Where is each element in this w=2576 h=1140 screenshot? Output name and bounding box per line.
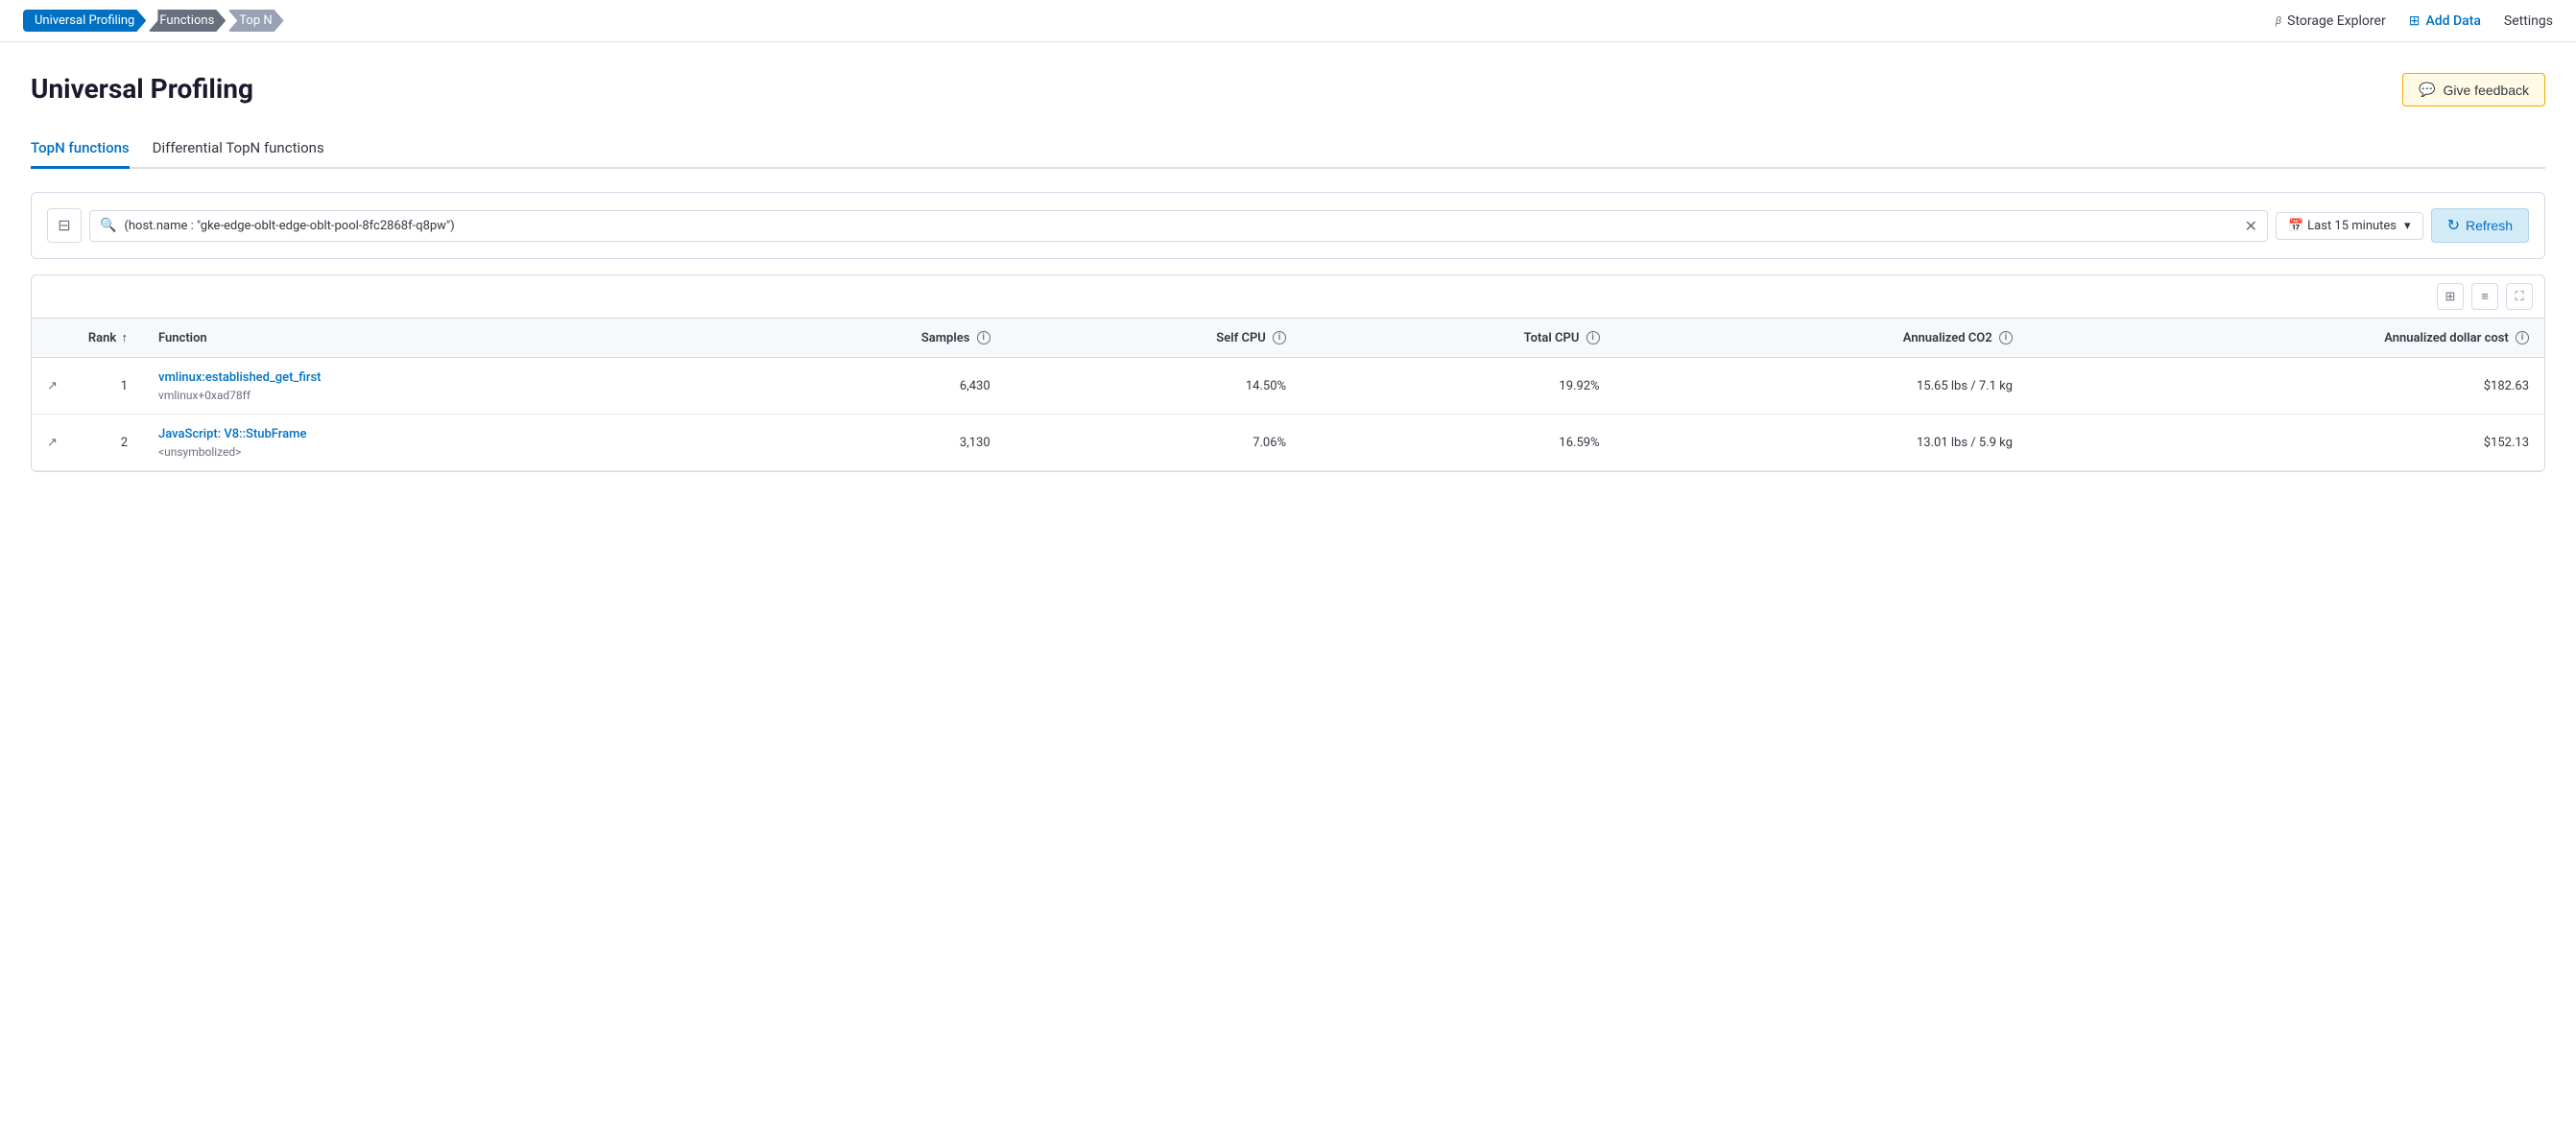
col-header-function: Function: [143, 319, 712, 358]
breadcrumb-top-n[interactable]: Top N: [227, 10, 283, 32]
row-1-rank: 1: [73, 358, 143, 415]
samples-info-icon[interactable]: i: [977, 331, 990, 344]
give-feedback-button[interactable]: 💬 Give feedback: [2402, 73, 2545, 107]
settings-link[interactable]: Settings: [2504, 13, 2553, 29]
row-2-function: JavaScript: V8::StubFrame <unsymbolized>: [143, 415, 712, 471]
col-header-expand: [32, 319, 73, 358]
co2-info-icon[interactable]: i: [1999, 331, 2013, 344]
fullscreen-button[interactable]: ⛶: [2506, 283, 2533, 310]
breadcrumb: Universal Profiling Functions Top N: [23, 10, 286, 32]
dollar-info-icon[interactable]: i: [2516, 331, 2529, 344]
storage-explorer-link[interactable]: β Storage Explorer: [2276, 13, 2386, 29]
row-1-function-name[interactable]: vmlinux:established_get_first: [158, 369, 697, 387]
chevron-down-icon: ▾: [2404, 219, 2411, 233]
refresh-button[interactable]: ↻ Refresh: [2431, 208, 2529, 243]
time-picker[interactable]: 📅 Last 15 minutes ▾: [2276, 212, 2423, 240]
row-1-self-cpu: 14.50%: [1006, 358, 1301, 415]
tab-differential-topn[interactable]: Differential TopN functions: [153, 130, 324, 169]
density-icon: ≡: [2481, 289, 2489, 304]
top-nav: Universal Profiling Functions Top N β St…: [0, 0, 2576, 42]
row-2-self-cpu: 7.06%: [1006, 415, 1301, 471]
data-table: Rank ↑ Function Samples i Self CPU i: [32, 319, 2544, 471]
row-2-rank: 2: [73, 415, 143, 471]
col-header-samples: Samples i: [712, 319, 1006, 358]
row-2-dollar: $152.13: [2028, 415, 2544, 471]
row-2-expand[interactable]: ↗: [32, 415, 73, 471]
table-header-row: Rank ↑ Function Samples i Self CPU i: [32, 319, 2544, 358]
table-row: ↗ 2 JavaScript: V8::StubFrame <unsymboli…: [32, 415, 2544, 471]
page-header: Universal Profiling 💬 Give feedback: [31, 73, 2545, 107]
table-toolbar: ⊞ ≡ ⛶: [32, 275, 2544, 319]
row-2-samples: 3,130: [712, 415, 1006, 471]
col-header-total-cpu: Total CPU i: [1301, 319, 1615, 358]
search-input-wrapper: 🔍 (host.name : "gke-edge-oblt-edge-oblt-…: [89, 210, 2268, 242]
table-section: ⊞ ≡ ⛶ Rank ↑ Function: [31, 274, 2545, 472]
density-button[interactable]: ≡: [2471, 283, 2498, 310]
search-clear-button[interactable]: ✕: [2245, 217, 2257, 235]
search-query: (host.name : "gke-edge-oblt-edge-oblt-po…: [124, 219, 2236, 233]
row-1-samples: 6,430: [712, 358, 1006, 415]
nav-right: β Storage Explorer ⊞ Add Data Settings: [2276, 13, 2553, 29]
row-1-expand[interactable]: ↗: [32, 358, 73, 415]
main-content: Universal Profiling 💬 Give feedback TopN…: [0, 42, 2576, 472]
calendar-icon: 📅: [2288, 219, 2303, 233]
filter-icon: ⊟: [58, 216, 70, 235]
page-title: Universal Profiling: [31, 73, 253, 105]
col-header-co2: Annualized CO2 i: [1615, 319, 2028, 358]
tabs: TopN functions Differential TopN functio…: [31, 130, 2545, 169]
search-section: ⊟ 🔍 (host.name : "gke-edge-oblt-edge-obl…: [31, 192, 2545, 259]
row-1-co2: 15.65 lbs / 7.1 kg: [1615, 358, 2028, 415]
search-bar: ⊟ 🔍 (host.name : "gke-edge-oblt-edge-obl…: [47, 208, 2529, 243]
col-header-dollar-cost: Annualized dollar cost i: [2028, 319, 2544, 358]
row-2-total-cpu: 16.59%: [1301, 415, 1615, 471]
col-header-self-cpu: Self CPU i: [1006, 319, 1301, 358]
add-data-link[interactable]: ⊞ Add Data: [2409, 13, 2481, 29]
columns-button[interactable]: ⊞: [2437, 283, 2464, 310]
breadcrumb-universal-profiling[interactable]: Universal Profiling: [23, 10, 146, 32]
columns-icon: ⊞: [2445, 290, 2456, 304]
total-cpu-info-icon[interactable]: i: [1586, 331, 1600, 344]
fullscreen-icon: ⛶: [2515, 290, 2523, 304]
row-2-function-name[interactable]: JavaScript: V8::StubFrame: [158, 426, 697, 443]
row-1-function: vmlinux:established_get_first vmlinux+0x…: [143, 358, 712, 415]
feedback-icon: 💬: [2419, 82, 2435, 98]
expand-icon: ↗: [47, 436, 58, 450]
table-row: ↗ 1 vmlinux:established_get_first vmlinu…: [32, 358, 2544, 415]
row-1-function-sub: vmlinux+0xad78ff: [158, 389, 697, 402]
sort-asc-icon: ↑: [122, 331, 129, 345]
expand-icon: ↗: [47, 379, 58, 393]
filter-button[interactable]: ⊟: [47, 208, 82, 243]
search-icon: 🔍: [100, 218, 116, 233]
tab-topn-functions[interactable]: TopN functions: [31, 130, 130, 169]
refresh-icon: ↻: [2447, 216, 2460, 235]
row-2-co2: 13.01 lbs / 5.9 kg: [1615, 415, 2028, 471]
col-header-rank[interactable]: Rank ↑: [73, 319, 143, 358]
breadcrumb-functions[interactable]: Functions: [148, 10, 226, 32]
row-1-dollar: $182.63: [2028, 358, 2544, 415]
row-1-total-cpu: 19.92%: [1301, 358, 1615, 415]
row-2-function-sub: <unsymbolized>: [158, 445, 697, 459]
self-cpu-info-icon[interactable]: i: [1273, 331, 1286, 344]
